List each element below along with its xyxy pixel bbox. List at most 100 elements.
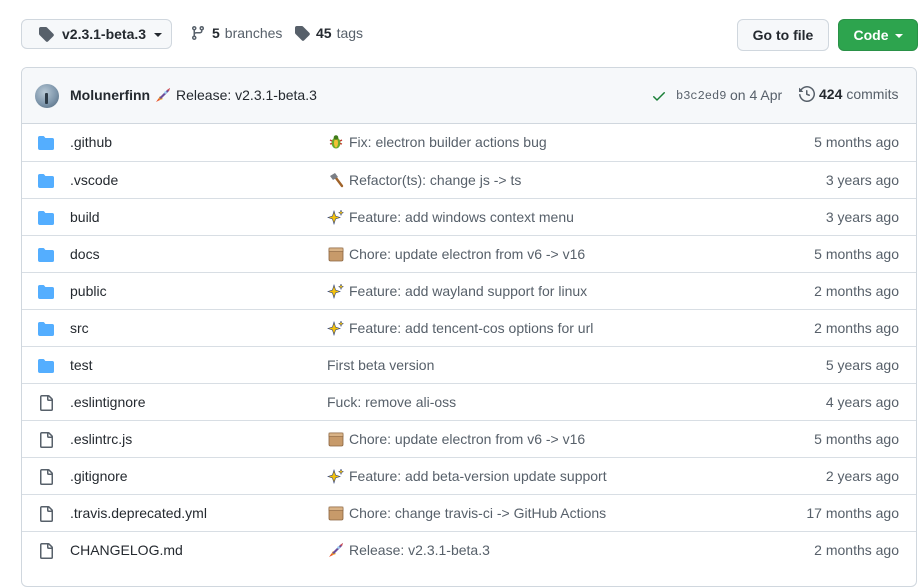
repo-toolbar: v2.3.1-beta.3 5 branches 45 tags Go to f…: [21, 19, 918, 51]
commit-message-text: Feature: add beta-version update support: [349, 468, 607, 484]
file-commit-age: 5 months ago: [814, 246, 899, 262]
file-name-link[interactable]: .gitignore: [70, 468, 128, 484]
package-icon: [327, 431, 345, 447]
go-to-file-button[interactable]: Go to file: [737, 19, 829, 51]
file-commit-message-link[interactable]: Feature: add beta-version update support: [327, 468, 607, 485]
file-row[interactable]: .travis.deprecated.yml Chore: change trav…: [22, 494, 916, 531]
chevron-down-icon: [154, 33, 163, 37]
folder-icon: [38, 135, 54, 151]
commits-history-link[interactable]: 424 commits: [799, 86, 898, 102]
commit-message-text: First beta version: [327, 357, 435, 373]
file-commit-message-link[interactable]: Feature: add wayland support for linux: [327, 283, 588, 300]
file-commit-message-link[interactable]: Fix: electron builder actions bug: [327, 134, 547, 150]
package-icon: [327, 246, 345, 262]
file-commit-message-link[interactable]: Fuck: remove ali-oss: [327, 394, 456, 410]
file-commit-age: 3 years ago: [825, 172, 899, 188]
file-row[interactable]: build Feature: add windows context menu 3 …: [22, 198, 916, 235]
sparkles-icon: [327, 468, 345, 485]
commit-message-text: Release: v2.3.1-beta.3: [349, 542, 490, 558]
file-commit-age: 5 months ago: [814, 431, 899, 447]
code-button-label: Code: [853, 27, 889, 43]
code-button[interactable]: Code: [838, 19, 918, 51]
file-commit-message-link[interactable]: Feature: add tencent-cos options for url: [327, 320, 594, 337]
branch-select-button[interactable]: v2.3.1-beta.3: [21, 19, 172, 49]
file-row[interactable]: docs Chore: update electron from v6 -> v1…: [22, 235, 916, 272]
file-row[interactable]: .gitignore Feature: add beta-version upda…: [22, 457, 916, 494]
file-browser: Molunerfinn Release: v2.3.1-beta.3 b3c2e…: [21, 67, 917, 587]
commits-count: 424: [819, 86, 843, 102]
git-branch-icon: [191, 26, 204, 41]
file-commit-message-link[interactable]: Chore: update electron from v6 -> v16: [327, 246, 585, 262]
file-commit-message-link[interactable]: Chore: change travis-ci -> GitHub Action…: [327, 505, 606, 521]
commit-date: on 4 Apr: [730, 87, 783, 103]
package-icon: [327, 505, 345, 521]
folder-icon: [38, 358, 54, 374]
file-name-link[interactable]: .eslintignore: [70, 394, 146, 410]
folder-icon: [38, 173, 54, 189]
file-row[interactable]: .github Fix: electron builder actions bug…: [22, 124, 916, 161]
hammer-icon: [327, 172, 345, 188]
file-commit-age: 3 years ago: [825, 209, 899, 225]
avatar[interactable]: [35, 84, 59, 108]
file-name-link[interactable]: .eslintrc.js: [70, 431, 132, 447]
file-name-link[interactable]: public: [70, 283, 107, 299]
bug-icon: [327, 134, 345, 150]
file-commit-age: 2 months ago: [814, 320, 899, 336]
file-icon: [38, 469, 54, 485]
file-row[interactable]: .eslintrc.js Chore: update electron from …: [22, 420, 916, 457]
rocket-icon: [154, 87, 172, 103]
sparkles-icon: [327, 320, 345, 337]
file-name-link[interactable]: build: [70, 209, 100, 225]
check-icon[interactable]: [651, 88, 667, 104]
commit-message-text: Feature: add wayland support for linux: [349, 283, 588, 299]
file-commit-message-link[interactable]: Feature: add windows context menu: [327, 209, 574, 226]
commit-message-text: Fuck: remove ali-oss: [327, 394, 457, 410]
folder-icon: [38, 210, 54, 226]
file-row[interactable]: CHANGELOG.md Release: v2.3.1-beta.3 2 mont…: [22, 531, 916, 568]
latest-commit-message[interactable]: Release: v2.3.1-beta.3: [154, 87, 317, 103]
branches-label: branches: [224, 25, 283, 41]
tags-label: tags: [336, 25, 364, 41]
commit-author[interactable]: Molunerfinn: [70, 87, 150, 103]
file-commit-message-link[interactable]: Refactor(ts): change js -> ts: [327, 172, 521, 188]
commit-message-text: Chore: change travis-ci -> GitHub Action…: [349, 505, 607, 521]
file-row[interactable]: .vscode Refactor(ts): change js -> ts 3 ye…: [22, 161, 916, 198]
file-icon: [38, 506, 54, 522]
file-name-link[interactable]: docs: [70, 246, 100, 262]
file-row[interactable]: src Feature: add tencent-cos options for …: [22, 309, 916, 346]
file-name-link[interactable]: CHANGELOG.md: [70, 542, 183, 558]
commit-message-text: Fix: electron builder actions bug: [349, 134, 547, 150]
tags-link[interactable]: 45 tags: [294, 25, 363, 41]
file-commit-message-link[interactable]: Release: v2.3.1-beta.3: [327, 542, 490, 558]
commit-message-text: Feature: add tencent-cos options for url: [349, 320, 594, 336]
latest-commit-bar: Molunerfinn Release: v2.3.1-beta.3 b3c2e…: [22, 68, 916, 124]
commit-message-text: Chore: update electron from v6 -> v16: [349, 431, 586, 447]
file-commit-age: 2 years ago: [825, 468, 899, 484]
file-name-link[interactable]: .vscode: [70, 172, 118, 188]
file-name-link[interactable]: .github: [70, 134, 112, 150]
file-name-link[interactable]: src: [70, 320, 89, 336]
file-commit-age: 17 months ago: [806, 505, 899, 521]
branches-count: 5: [212, 25, 220, 41]
file-row[interactable]: test First beta version 5 years ago: [22, 346, 916, 383]
commit-sha[interactable]: b3c2ed9: [676, 89, 726, 103]
tag-icon: [295, 26, 310, 41]
folder-icon: [38, 321, 54, 337]
file-commit-message-link[interactable]: First beta version: [327, 357, 434, 373]
rocket-icon: [327, 542, 345, 558]
file-row[interactable]: .eslintignore Fuck: remove ali-oss 4 years…: [22, 383, 916, 420]
branches-link[interactable]: 5 branches: [190, 25, 282, 41]
file-name-link[interactable]: .travis.deprecated.yml: [70, 505, 207, 521]
file-commit-age: 5 months ago: [814, 134, 899, 150]
file-commit-message-link[interactable]: Chore: update electron from v6 -> v16: [327, 431, 585, 447]
file-icon: [38, 395, 54, 411]
file-row[interactable]: public Feature: add wayland support for l…: [22, 272, 916, 309]
latest-commit-text: Release: v2.3.1-beta.3: [176, 87, 317, 103]
file-icon: [38, 543, 54, 559]
file-commit-age: 5 years ago: [825, 357, 899, 373]
sparkles-icon: [327, 283, 345, 300]
file-name-link[interactable]: test: [70, 357, 93, 373]
file-commit-age: 4 years ago: [825, 394, 899, 410]
history-icon: [799, 86, 815, 102]
file-list: .github Fix: electron builder actions bug…: [22, 124, 916, 568]
